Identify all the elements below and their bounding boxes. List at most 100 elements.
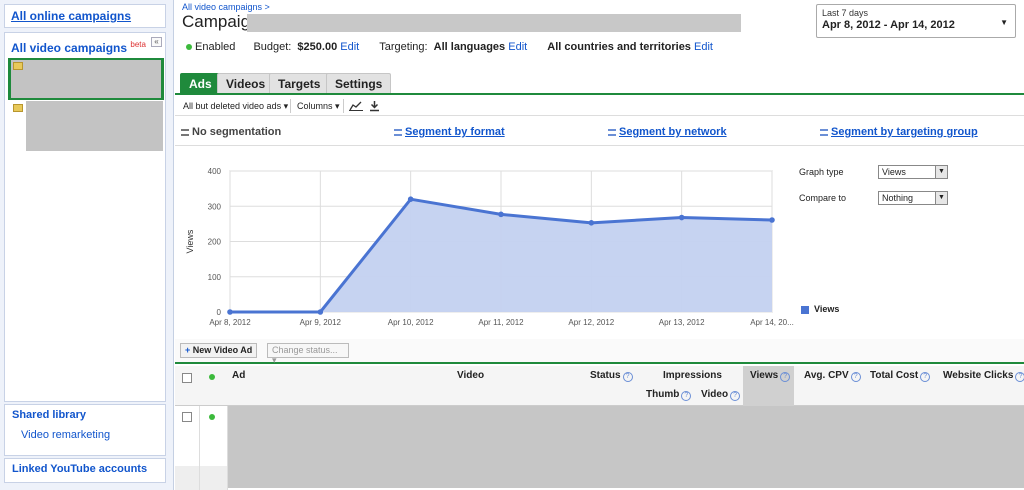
help-icon[interactable]: ? xyxy=(850,372,861,382)
y-tick-label: 200 xyxy=(208,238,222,247)
all-video-campaigns-link[interactable]: All video campaigns xyxy=(11,41,127,55)
collapse-sidebar-icon[interactable]: « xyxy=(151,37,162,47)
help-icon[interactable]: ? xyxy=(622,372,633,382)
download-icon[interactable] xyxy=(369,100,380,112)
segment-icon xyxy=(608,128,616,136)
caret-icon: ▾ xyxy=(335,101,340,111)
graph-type-value: Views xyxy=(882,167,906,177)
status-dot-icon xyxy=(209,374,215,380)
no-segmentation-label: No segmentation xyxy=(192,126,282,138)
col-video[interactable]: Video xyxy=(457,370,484,381)
y-tick-label: 100 xyxy=(208,273,222,282)
x-tick-label: Apr 11, 2012 xyxy=(478,318,524,327)
compare-to-select[interactable]: Nothing ▼ xyxy=(878,191,948,205)
views-chart: 0 100 200 300 400 Apr 8, 2012 Apr 9, 2012 Apr 1… xyxy=(185,167,794,327)
segment-by-network-link[interactable]: Segment by network xyxy=(608,126,727,138)
segment-by-format-link[interactable]: Segment by format xyxy=(394,126,505,138)
y-tick-label: 400 xyxy=(208,167,222,176)
help-icon[interactable]: ? xyxy=(920,372,931,382)
segment-network-label: Segment by network xyxy=(619,126,727,138)
redacted-row-content xyxy=(228,406,1024,488)
filter-label: All but deleted video ads xyxy=(183,101,282,111)
col-ad[interactable]: Ad xyxy=(232,370,245,381)
views-data-point xyxy=(317,309,324,315)
segmentation-bar: No segmentation Segment by format Segmen… xyxy=(175,118,1024,146)
toolbar: All but deleted video ads ▾ Columns ▾ xyxy=(175,96,1024,116)
tab-videos[interactable]: Videos xyxy=(217,73,275,93)
selected-campaign-item[interactable] xyxy=(8,58,164,100)
legend-label: Views xyxy=(814,304,840,314)
help-icon[interactable]: ? xyxy=(730,391,741,401)
col-status[interactable]: Status? xyxy=(590,370,633,382)
row-checkbox[interactable] xyxy=(182,412,192,422)
video-remarketing-link[interactable]: Video remarketing xyxy=(21,429,158,441)
segment-icon xyxy=(394,128,402,136)
date-range-value: Apr 8, 2012 - Apr 14, 2012 xyxy=(822,19,955,31)
date-preset: Last 7 days xyxy=(822,8,869,18)
breadcrumb[interactable]: All video campaigns > xyxy=(182,2,270,12)
help-icon[interactable]: ? xyxy=(681,391,692,401)
compare-to-value: Nothing xyxy=(882,193,914,203)
col-website-clicks[interactable]: Website Clicks? xyxy=(943,370,1024,382)
views-data-point xyxy=(227,309,233,315)
all-online-campaigns-link[interactable]: All online campaigns xyxy=(11,9,131,23)
all-online-campaigns-box: All online campaigns xyxy=(4,4,166,28)
legend-swatch xyxy=(801,305,809,314)
linked-youtube-accounts-link[interactable]: Linked YouTube accounts xyxy=(12,463,147,475)
views-data-point xyxy=(588,220,595,226)
col-status-label: Status xyxy=(590,370,621,381)
col-views[interactable]: Views? xyxy=(750,370,791,382)
compare-to-label: Compare to xyxy=(799,193,847,203)
y-tick-label: 0 xyxy=(217,308,222,317)
graph-type-select[interactable]: Views ▼ xyxy=(878,165,948,179)
edit-budget-link[interactable]: Edit xyxy=(340,41,359,53)
tab-targets[interactable]: Targets xyxy=(269,73,330,93)
col-video-impressions[interactable]: Video? xyxy=(701,389,741,401)
campaign-item-redacted[interactable] xyxy=(26,101,163,151)
col-total-cost[interactable]: Total Cost? xyxy=(870,370,931,382)
filter-dropdown[interactable]: All but deleted video ads ▾ xyxy=(183,101,288,112)
segment-icon xyxy=(181,128,189,136)
columns-dropdown[interactable]: Columns ▾ xyxy=(297,101,340,112)
x-tick-label: Apr 13, 2012 xyxy=(659,318,705,327)
change-status-dropdown[interactable]: Change status... ▾ xyxy=(267,343,349,365)
views-data-point xyxy=(407,196,414,202)
y-axis-label: Views xyxy=(185,229,195,253)
dropdown-arrow-icon: ▼ xyxy=(935,192,947,204)
col-avg-cpv[interactable]: Avg. CPV? xyxy=(804,370,861,382)
segment-by-targeting-group-link[interactable]: Segment by targeting group xyxy=(820,126,978,138)
table-row[interactable] xyxy=(175,406,1024,490)
graph-type-label: Graph type xyxy=(799,167,844,177)
help-icon[interactable]: ? xyxy=(780,372,791,382)
tab-settings[interactable]: Settings xyxy=(326,73,392,93)
chart-toggle-icon[interactable] xyxy=(349,100,363,111)
dropdown-arrow-icon: ▼ xyxy=(1000,18,1008,27)
targeting-label: Targeting: xyxy=(379,41,428,53)
countries-value: All countries and territories xyxy=(547,41,691,53)
segment-format-label: Segment by format xyxy=(405,126,505,138)
date-range-picker[interactable]: Last 7 days Apr 8, 2012 - Apr 14, 2012 ▼ xyxy=(816,4,1016,38)
redacted-campaign-name xyxy=(11,60,161,98)
caret-icon: ▾ xyxy=(283,101,289,111)
segment-icon xyxy=(820,128,828,136)
tab-underline xyxy=(175,93,1024,95)
beta-badge: beta xyxy=(130,40,146,49)
select-all-checkbox[interactable] xyxy=(182,373,192,383)
new-video-ad-button[interactable]: + New Video Ad xyxy=(180,343,258,358)
col-thumb[interactable]: Thumb? xyxy=(646,389,692,401)
no-segmentation[interactable]: No segmentation xyxy=(181,126,281,138)
edit-targeting-link[interactable]: Edit xyxy=(508,41,527,53)
help-icon[interactable]: ? xyxy=(1015,372,1024,382)
x-tick-label: Apr 9, 2012 xyxy=(300,318,342,327)
x-tick-label: Apr 14, 20... xyxy=(750,318,794,327)
open-folder-icon xyxy=(13,62,23,70)
shared-library-link[interactable]: Shared library xyxy=(12,409,158,421)
tab-ads[interactable]: Ads xyxy=(180,73,221,93)
segment-group-label: Segment by targeting group xyxy=(831,126,978,138)
columns-label: Columns xyxy=(297,101,333,111)
edit-countries-link[interactable]: Edit xyxy=(694,41,713,53)
col-impressions: Impressions xyxy=(663,370,722,381)
campaign-tree: All video campaigns beta « xyxy=(4,32,166,402)
dropdown-arrow-icon: ▼ xyxy=(935,166,947,178)
toolbar-divider xyxy=(343,99,344,113)
